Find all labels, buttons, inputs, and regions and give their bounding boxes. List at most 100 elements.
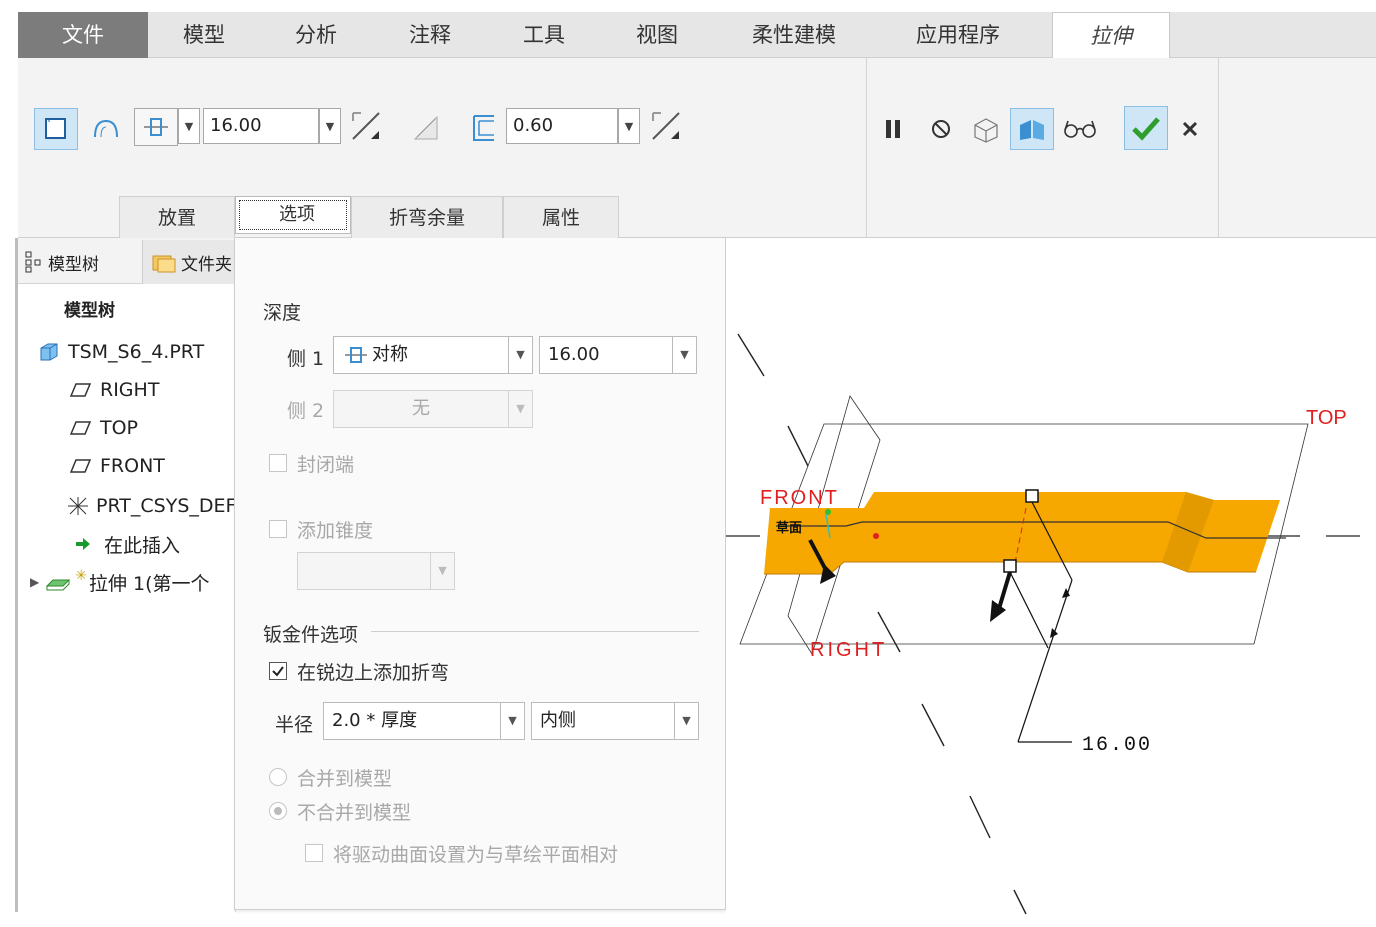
- tree-item-top[interactable]: TOP: [18, 410, 236, 446]
- add-taper-checkbox[interactable]: [269, 520, 287, 538]
- bend-radius-select[interactable]: 2.0 * 厚度 ▼: [323, 702, 525, 740]
- tree-item-label: TOP: [100, 417, 139, 439]
- tab-folder-browser[interactable]: 文件夹: [142, 240, 236, 284]
- tree-item-right[interactable]: RIGHT: [18, 372, 236, 408]
- add-bends-checkbox[interactable]: [269, 662, 287, 680]
- subtab-bend-allowance[interactable]: 折弯余量: [351, 196, 503, 238]
- thickness-dropdown[interactable]: ▼: [618, 108, 640, 144]
- drag-handle[interactable]: [1025, 489, 1039, 503]
- merge-label: 合并到模型: [297, 768, 393, 790]
- chevron-down-icon: ▼: [624, 119, 634, 133]
- tree-item-extrude[interactable]: ▶ ✳ 拉伸 1(第一个: [18, 564, 236, 600]
- tree-item-label: TSM_S6_4.PRT: [68, 341, 205, 363]
- datum-plane-icon: [70, 459, 92, 473]
- geometry-preview-button[interactable]: [966, 110, 1006, 148]
- bend-radius-value: 2.0 * 厚度: [332, 710, 418, 731]
- taper-angle-select[interactable]: ▼: [297, 552, 455, 590]
- datum-plane-icon: [70, 421, 92, 435]
- capped-ends-checkbox[interactable]: [269, 454, 287, 472]
- tab-model[interactable]: 模型: [148, 12, 260, 58]
- radius-label: 半径: [275, 714, 314, 736]
- side2-depth-type-select[interactable]: 无 ▼: [333, 390, 533, 428]
- glasses-preview-button[interactable]: [1058, 110, 1102, 148]
- driving-surface-checkbox[interactable]: [305, 844, 323, 862]
- no-preview-icon: [932, 120, 950, 138]
- expand-arrow-icon[interactable]: ▶: [30, 575, 39, 589]
- model-tree-icon: [25, 251, 41, 273]
- thickness-input[interactable]: 0.60: [506, 108, 618, 144]
- thicken-button[interactable]: [466, 108, 502, 148]
- add-bends-label: 在锐边上添加折弯: [297, 662, 450, 684]
- chevron-down-icon[interactable]: ▼: [672, 336, 696, 374]
- chevron-down-icon[interactable]: ▼: [430, 552, 454, 590]
- tab-view[interactable]: 视图: [600, 12, 714, 58]
- tree-item-label: RIGHT: [100, 379, 160, 401]
- tab-analysis[interactable]: 分析: [260, 12, 372, 58]
- side1-depth-type-select[interactable]: 对称 ▼: [333, 336, 533, 374]
- flip-direction-button[interactable]: [346, 106, 386, 146]
- chevron-down-icon: ▼: [325, 119, 335, 133]
- tree-item-insert-here[interactable]: 在此插入: [18, 526, 236, 562]
- subtab-placement[interactable]: 放置: [119, 196, 235, 238]
- thicken-icon: [473, 115, 494, 141]
- subtab-properties[interactable]: 属性: [503, 196, 619, 238]
- verify-mode-button[interactable]: [1010, 108, 1054, 150]
- front-plane-label: FRONT: [760, 487, 839, 509]
- tab-flexible-modeling[interactable]: 柔性建模: [714, 12, 874, 58]
- tree-item-label: PRT_CSYS_DEF: [96, 495, 236, 517]
- ok-button[interactable]: [1124, 106, 1168, 150]
- axis-trace: [737, 333, 1027, 915]
- depth-type-button[interactable]: [134, 108, 178, 146]
- merge-radio[interactable]: [269, 768, 287, 786]
- tree-item-label: 拉伸 1(第一个: [88, 572, 210, 595]
- dimension-leader: [1009, 571, 1049, 649]
- options-panel: 深度 侧 1 对称 ▼ 16.00 ▼ 侧 2 无 ▼ 封闭端 添加锥度 ▼ 钣…: [234, 238, 726, 910]
- navigator-tabs: 模型树 文件夹: [18, 238, 236, 284]
- side1-label: 侧 1: [287, 348, 325, 370]
- tab-file[interactable]: 文件: [18, 12, 148, 58]
- cancel-button[interactable]: [1176, 114, 1204, 144]
- symmetric-depth-icon: [345, 347, 367, 363]
- right-plane-label: RIGHT: [810, 639, 887, 661]
- dimension-arrow: [1050, 628, 1058, 638]
- tab-tools[interactable]: 工具: [488, 12, 600, 58]
- model-tree-panel: 模型树 文件夹 模型树 TSM_S6_4.PRT RIGHT TOP FRONT…: [18, 238, 236, 912]
- tab-extrude[interactable]: 拉伸: [1052, 12, 1170, 59]
- folder-icon: [152, 255, 176, 273]
- model-graphics[interactable]: TOP FRONT RIGHT 草面 16.00: [726, 238, 1376, 927]
- tab-applications[interactable]: 应用程序: [874, 12, 1042, 58]
- tab-model-tree[interactable]: 模型树: [24, 246, 142, 278]
- depth-dimension-value[interactable]: 16.00: [1082, 734, 1152, 757]
- coordinate-system-icon: [68, 497, 88, 515]
- pause-icon: [886, 120, 900, 138]
- graphics-viewport[interactable]: TOP FRONT RIGHT 草面 16.00: [726, 238, 1376, 927]
- tab-folder-label: 文件夹: [181, 254, 232, 275]
- shaded-preview-icon: [1020, 120, 1044, 140]
- depth-type-dropdown[interactable]: ▼: [178, 108, 200, 144]
- flip-thickness-button[interactable]: [646, 106, 686, 146]
- solid-button[interactable]: [34, 108, 78, 150]
- subtab-options[interactable]: 选项: [235, 196, 351, 234]
- tree-item-csys[interactable]: PRT_CSYS_DEF: [18, 488, 236, 524]
- chevron-down-icon[interactable]: ▼: [674, 702, 698, 740]
- no-merge-radio[interactable]: [269, 802, 287, 820]
- depth-value-dropdown[interactable]: ▼: [319, 108, 341, 144]
- tab-annotate[interactable]: 注释: [372, 12, 488, 58]
- flip-arrows-icon: [652, 112, 680, 140]
- chevron-down-icon[interactable]: ▼: [508, 390, 532, 428]
- surface-button[interactable]: [84, 108, 128, 150]
- tree-item-part[interactable]: TSM_S6_4.PRT: [18, 334, 236, 370]
- drag-handle[interactable]: [1003, 559, 1017, 573]
- remove-material-button[interactable]: [406, 108, 446, 148]
- tree-item-front[interactable]: FRONT: [18, 448, 236, 484]
- side1-depth-value-select[interactable]: 16.00 ▼: [539, 336, 697, 374]
- bend-side-select[interactable]: 内侧 ▼: [531, 702, 699, 740]
- chevron-down-icon[interactable]: ▼: [500, 702, 524, 740]
- depth-value-input[interactable]: 16.00: [203, 108, 319, 144]
- glasses-icon: [1064, 120, 1096, 138]
- pause-button[interactable]: [878, 112, 908, 146]
- tab-model-tree-label: 模型树: [48, 254, 99, 275]
- no-preview-button[interactable]: [924, 112, 958, 146]
- chevron-down-icon[interactable]: ▼: [508, 336, 532, 374]
- add-taper-label: 添加锥度: [297, 520, 374, 542]
